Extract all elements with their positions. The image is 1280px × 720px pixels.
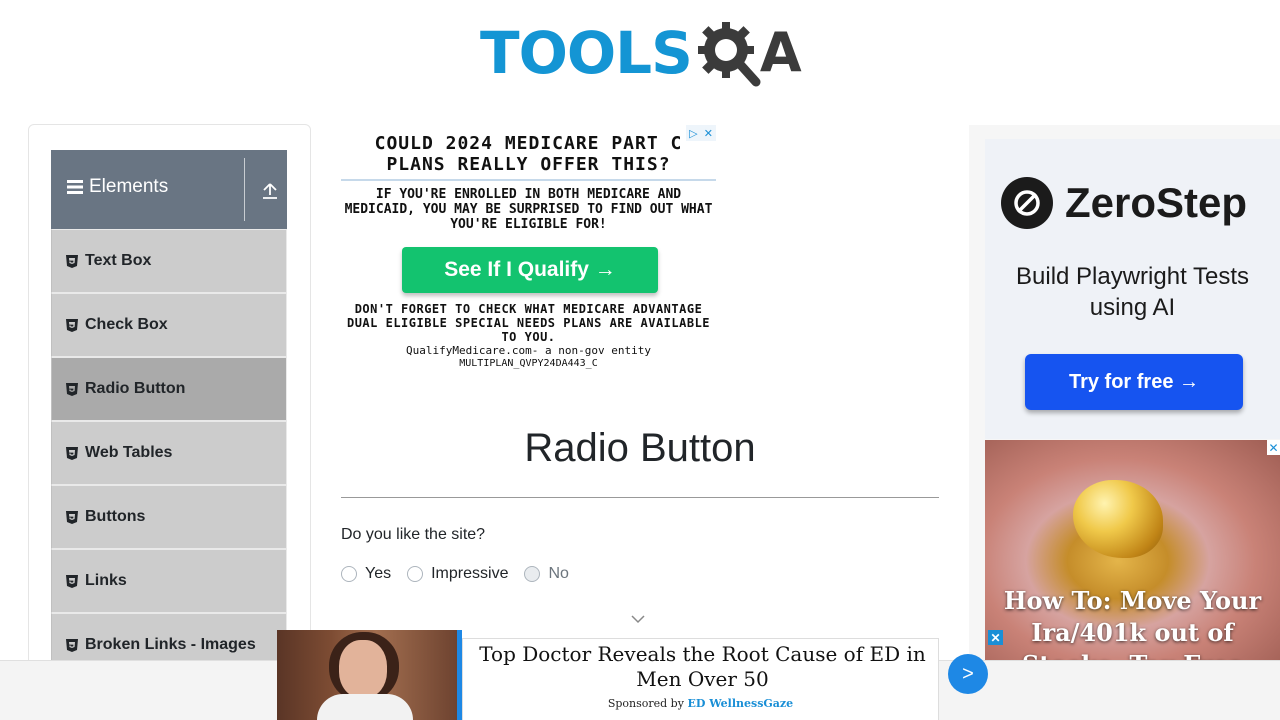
next-ad-button[interactable]: > bbox=[948, 654, 988, 694]
sidebar-item-label: Web Tables bbox=[85, 444, 173, 461]
ad-footer-text: Don't forget to check what Medicare Adva… bbox=[346, 302, 711, 344]
html5-icon bbox=[66, 638, 78, 652]
bottom-ad-headline[interactable]: Top Doctor Reveals the Root Cause of ED … bbox=[472, 642, 933, 692]
gold-ad[interactable]: How To: Move Your Ira/401k out of Stocks… bbox=[985, 440, 1280, 660]
zerostep-ad[interactable]: ZeroStep Build Playwright Tests using AI… bbox=[985, 139, 1280, 439]
toolsqa-logo[interactable]: TOOLS A bbox=[480, 14, 806, 92]
collapse-up-icon[interactable] bbox=[260, 180, 280, 200]
bottom-sticky-ad[interactable]: Top Doctor Reveals the Root Cause of ED … bbox=[277, 630, 946, 720]
elements-menu: Text Box Check Box Radio Button Web Tabl… bbox=[51, 229, 287, 677]
group-title: Elements bbox=[67, 176, 168, 198]
elements-group-header[interactable]: Elements bbox=[51, 150, 287, 229]
ad-divider bbox=[341, 179, 716, 181]
gear-magnifier-icon bbox=[697, 22, 761, 87]
right-ad-column: ZeroStep Build Playwright Tests using AI… bbox=[969, 125, 1280, 660]
sidebar-item-buttons[interactable]: Buttons bbox=[51, 485, 287, 549]
sponsor-name[interactable]: ED WellnessGaze bbox=[687, 697, 793, 710]
radio-yes-input[interactable] bbox=[341, 566, 357, 582]
header-divider bbox=[244, 158, 245, 221]
html5-icon bbox=[66, 446, 78, 460]
sidebar-item-label: Radio Button bbox=[85, 380, 186, 397]
sidebar-item-label: Text Box bbox=[85, 252, 152, 269]
hamburger-icon bbox=[67, 180, 83, 194]
radio-no: No bbox=[524, 565, 569, 583]
radio-no-label: No bbox=[548, 565, 569, 582]
radio-group: Yes Impressive No bbox=[341, 565, 585, 583]
zerostep-tagline: Build Playwright Tests using AI bbox=[1016, 263, 1249, 321]
group-title-label: Elements bbox=[89, 176, 169, 197]
medicare-ad[interactable]: ▷ ✕ Could 2024 Medicare Part C Plans Rea… bbox=[341, 125, 716, 375]
ad-photo-face bbox=[339, 640, 387, 698]
sidebar-item-label: Buttons bbox=[85, 508, 146, 525]
sponsored-prefix: Sponsored by bbox=[607, 697, 684, 710]
ad-headline: Could 2024 Medicare Part C Plans Really … bbox=[374, 133, 683, 175]
radio-yes[interactable]: Yes bbox=[341, 565, 391, 583]
gold-ad-headline: How To: Move Your Ira/401k out of Stocks… bbox=[1003, 586, 1262, 660]
radio-no-input bbox=[524, 566, 541, 582]
sidebar-item-radio-button[interactable]: Radio Button bbox=[51, 357, 287, 421]
left-panel: Elements Text Box Check Box Radio Button… bbox=[28, 124, 311, 720]
html5-icon bbox=[66, 574, 78, 588]
html5-icon bbox=[66, 318, 78, 332]
see-if-i-qualify-button[interactable]: See If I Qualify → bbox=[402, 247, 658, 293]
ad-photo-shirt bbox=[317, 694, 413, 720]
sidebar-item-check-box[interactable]: Check Box bbox=[51, 293, 287, 357]
sidebar-item-web-tables[interactable]: Web Tables bbox=[51, 421, 287, 485]
html5-icon bbox=[66, 382, 78, 396]
html5-icon bbox=[66, 254, 78, 268]
ad-entity: QualifyMedicare.com- a non-gov entity bbox=[405, 344, 652, 357]
zerostep-logo-icon bbox=[1001, 177, 1053, 229]
logo-text-a: A bbox=[759, 21, 802, 84]
html5-icon bbox=[66, 510, 78, 524]
ad-photo bbox=[277, 630, 457, 720]
page-title: Radio Button bbox=[524, 426, 756, 470]
sidebar-item-label: Broken Links - Images bbox=[85, 636, 256, 653]
sidebar-item-links[interactable]: Links bbox=[51, 549, 287, 613]
zerostep-name: ZeroStep bbox=[1065, 179, 1248, 226]
logo-text-tools: TOOLS bbox=[480, 19, 693, 87]
sidebar-item-label: Links bbox=[85, 572, 127, 589]
try-for-free-button[interactable]: Try for free → bbox=[1025, 354, 1243, 410]
close-icon[interactable]: ✕ bbox=[1267, 440, 1280, 455]
chevron-down-icon[interactable] bbox=[631, 613, 645, 625]
sidebar-item-label: Check Box bbox=[85, 316, 168, 333]
gold-nugget-image bbox=[1073, 480, 1163, 558]
ad-subtext: If you're enrolled in both Medicare and … bbox=[344, 187, 713, 232]
radio-yes-label[interactable]: Yes bbox=[365, 565, 391, 583]
radio-question: Do you like the site? bbox=[341, 526, 486, 543]
radio-impressive-input[interactable] bbox=[407, 566, 424, 582]
radio-impressive[interactable]: Impressive bbox=[407, 565, 508, 583]
close-icon[interactable]: ✕ bbox=[988, 630, 1003, 645]
sidebar-item-text-box[interactable]: Text Box bbox=[51, 229, 287, 293]
zerostep-brand: ZeroStep bbox=[1001, 177, 1247, 229]
radio-impressive-label[interactable]: Impressive bbox=[431, 565, 508, 583]
sponsored-by: Sponsored by ED WellnessGaze bbox=[462, 697, 939, 710]
ad-code: MULTIPLAN_QVPY24DA443_C bbox=[459, 358, 598, 369]
title-divider bbox=[341, 497, 939, 498]
